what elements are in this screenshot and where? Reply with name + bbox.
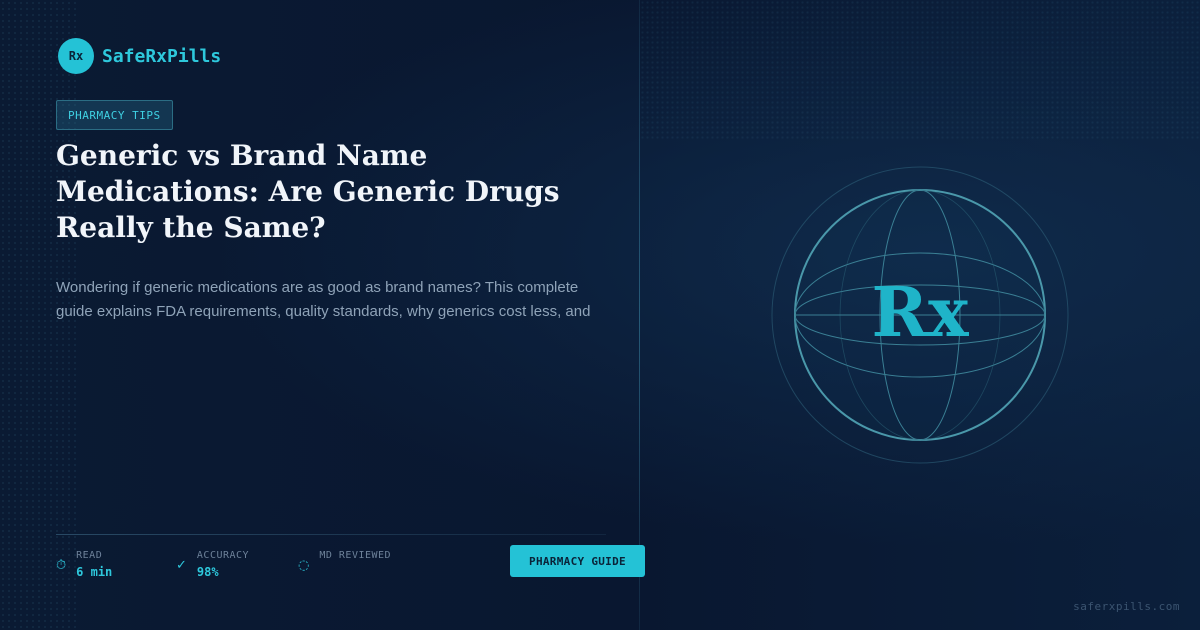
site-domain: saferxpills.com (1073, 600, 1180, 613)
article-title: Generic vs Brand Name Medications: Are G… (56, 139, 560, 244)
stat-label: MD REVIEWED (319, 550, 392, 561)
brand-name: SafeRxPills (102, 45, 222, 67)
stat-md-reviewed: ◌ MD REVIEWED (298, 549, 391, 573)
stats-divider (56, 534, 606, 535)
check-icon: ✓ (176, 558, 187, 573)
clock-icon: ⏱ (56, 558, 67, 573)
stat-read-time: ⏱ READ 6 min (56, 549, 112, 580)
category-tag: PHARMACY TIPS (56, 100, 173, 130)
brand-logo-icon: Rx (58, 38, 94, 74)
loading-icon: ◌ (298, 558, 310, 573)
dot-pattern-top (640, 0, 1200, 140)
rx-symbol: Rx (871, 273, 969, 353)
article-description: Wondering if generic medications are as … (56, 279, 591, 320)
stat-label: READ (76, 550, 103, 561)
vertical-divider (639, 0, 640, 630)
stat-value: 98% (196, 565, 219, 579)
stat-value: 6 min (76, 565, 113, 579)
pharmacy-guide-button[interactable]: PHARMACY GUIDE (510, 545, 645, 577)
brand[interactable]: Rx SafeRxPills (58, 38, 221, 74)
stat-label: ACCURACY (196, 550, 250, 561)
stat-accuracy: ✓ ACCURACY 98% (176, 549, 249, 580)
